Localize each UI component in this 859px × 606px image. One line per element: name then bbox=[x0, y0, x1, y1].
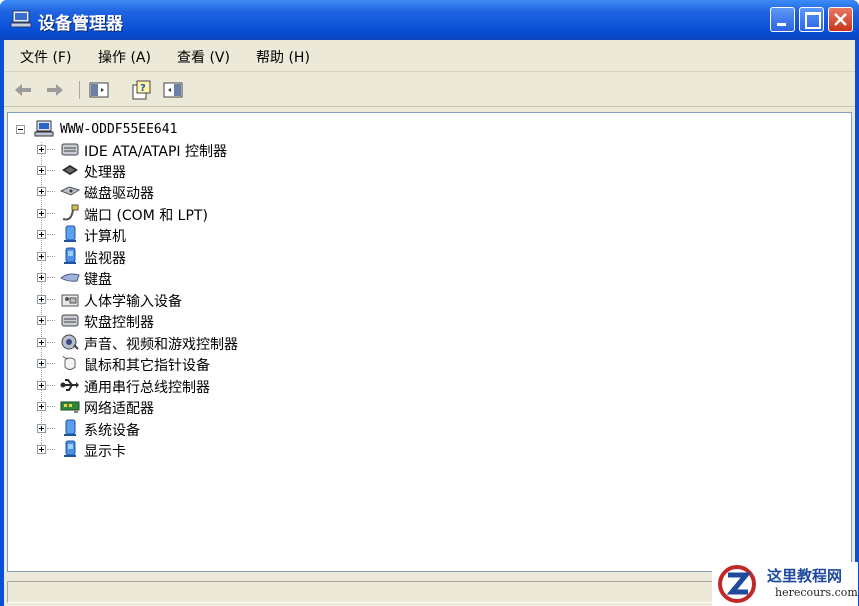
expand-toggle[interactable] bbox=[37, 166, 46, 175]
menu-action[interactable]: 操作 (A) bbox=[98, 47, 151, 67]
tree-item-label: IDE ATA/ATAPI 控制器 bbox=[84, 144, 228, 160]
computer-icon bbox=[34, 120, 54, 137]
expand-toggle[interactable] bbox=[37, 209, 46, 218]
expand-toggle[interactable] bbox=[37, 338, 46, 347]
usb-icon bbox=[60, 379, 79, 391]
expand-toggle[interactable] bbox=[37, 316, 46, 325]
properties-pane-icon[interactable] bbox=[88, 79, 110, 101]
tree-item[interactable]: 人体学输入设备 bbox=[8, 289, 408, 310]
tree-item-label: 人体学输入设备 bbox=[84, 294, 182, 310]
maximize-button[interactable] bbox=[799, 7, 824, 32]
client-area: 文件 (F) 操作 (A) 查看 (V) 帮助 (H) ? WWW-ODDF55… bbox=[4, 40, 855, 606]
watermark: 这里教程网 herecours.com bbox=[712, 562, 858, 606]
tree-item-label: 端口 (COM 和 LPT) bbox=[84, 208, 208, 224]
expand-toggle[interactable] bbox=[37, 252, 46, 261]
collapse-toggle[interactable] bbox=[16, 125, 25, 134]
tree-item[interactable]: 声音、视频和游戏控制器 bbox=[8, 332, 408, 353]
keyboard-icon bbox=[60, 273, 80, 282]
site-logo-icon bbox=[718, 565, 756, 603]
disk-drive-icon bbox=[60, 186, 80, 196]
device-manager-window: 设备管理器 文件 (F) 操作 (A) 查看 (V) 帮助 (H) ? WWW-… bbox=[0, 0, 859, 606]
computer-icon bbox=[10, 10, 32, 28]
expand-toggle[interactable] bbox=[37, 295, 46, 304]
tree-item-label: 通用串行总线控制器 bbox=[84, 380, 210, 396]
watermark-title: 这里教程网 bbox=[767, 567, 843, 585]
tree-item[interactable]: 软盘控制器 bbox=[8, 310, 408, 331]
tree-item-label: 网络适配器 bbox=[84, 401, 154, 417]
tree-item[interactable]: 系统设备 bbox=[8, 418, 408, 439]
tree-item[interactable]: 处理器 bbox=[8, 160, 408, 181]
toolbar: ? bbox=[4, 73, 855, 107]
tree-item-label: 键盘 bbox=[84, 272, 112, 288]
tree-item-label: 处理器 bbox=[84, 165, 126, 181]
window-title: 设备管理器 bbox=[38, 14, 123, 34]
expand-toggle[interactable] bbox=[37, 359, 46, 368]
details-pane-icon[interactable] bbox=[162, 79, 184, 101]
tree-item[interactable]: 磁盘驱动器 bbox=[8, 181, 408, 202]
tree-item-label: 鼠标和其它指针设备 bbox=[84, 358, 210, 374]
sound-icon bbox=[61, 334, 79, 350]
floppy-controller-icon bbox=[61, 314, 79, 327]
expand-toggle[interactable] bbox=[37, 424, 46, 433]
menu-view[interactable]: 查看 (V) bbox=[177, 47, 230, 67]
tree-item-label: 磁盘驱动器 bbox=[84, 186, 154, 202]
computer-monitor-icon bbox=[64, 225, 76, 242]
tree-item-label: 显示卡 bbox=[84, 444, 126, 460]
computer-name: WWW-ODDF55EE641 bbox=[60, 122, 178, 137]
title-bar[interactable]: 设备管理器 bbox=[0, 0, 859, 40]
tree-item[interactable]: 通用串行总线控制器 bbox=[8, 375, 408, 396]
expand-toggle[interactable] bbox=[37, 402, 46, 411]
forward-arrow-icon[interactable] bbox=[44, 79, 66, 101]
tree-item[interactable]: 鼠标和其它指针设备 bbox=[8, 353, 408, 374]
expand-toggle[interactable] bbox=[37, 445, 46, 454]
tree-item-label: 声音、视频和游戏控制器 bbox=[84, 337, 238, 353]
toolbar-separator bbox=[79, 81, 80, 99]
ide-controller-icon bbox=[61, 143, 79, 156]
tree-item-label: 计算机 bbox=[84, 229, 126, 245]
tree-item[interactable]: 显示卡 bbox=[8, 439, 408, 460]
processor-icon bbox=[62, 165, 78, 175]
tree-item-label: 监视器 bbox=[84, 251, 126, 267]
back-arrow-icon[interactable] bbox=[12, 79, 34, 101]
mouse-icon bbox=[62, 355, 76, 370]
minimize-button[interactable] bbox=[770, 7, 795, 32]
expand-toggle[interactable] bbox=[37, 187, 46, 196]
expand-toggle[interactable] bbox=[37, 230, 46, 239]
expand-toggle[interactable] bbox=[37, 273, 46, 282]
tree-item[interactable]: IDE ATA/ATAPI 控制器 bbox=[8, 139, 408, 160]
tree-item[interactable]: 计算机 bbox=[8, 224, 408, 245]
tree-item[interactable]: 监视器 bbox=[8, 246, 408, 267]
expand-toggle[interactable] bbox=[37, 381, 46, 390]
menu-help[interactable]: 帮助 (H) bbox=[256, 47, 310, 67]
tree-item-label: 软盘控制器 bbox=[84, 315, 154, 331]
menu-file[interactable]: 文件 (F) bbox=[20, 47, 71, 67]
tree-item[interactable]: 网络适配器 bbox=[8, 396, 408, 417]
system-device-icon bbox=[64, 419, 76, 436]
tree-item[interactable]: 端口 (COM 和 LPT) bbox=[8, 203, 408, 224]
help-icon[interactable]: ? bbox=[130, 79, 152, 101]
network-adapter-icon bbox=[60, 401, 80, 413]
monitor-icon bbox=[64, 247, 76, 264]
port-icon bbox=[62, 204, 79, 221]
tree-item-label: 系统设备 bbox=[84, 423, 140, 439]
menu-bar: 文件 (F) 操作 (A) 查看 (V) 帮助 (H) bbox=[4, 40, 855, 72]
watermark-url: herecours.com bbox=[775, 586, 858, 599]
tree-item[interactable]: 键盘 bbox=[8, 267, 408, 288]
expand-toggle[interactable] bbox=[37, 145, 46, 154]
svg-text:?: ? bbox=[140, 83, 146, 94]
hid-icon bbox=[61, 294, 79, 307]
display-adapter-icon bbox=[64, 440, 76, 457]
close-icon bbox=[834, 13, 847, 26]
device-tree[interactable]: WWW-ODDF55EE641 IDE ATA/ATAPI 控制器 处理器 磁盘… bbox=[7, 112, 852, 572]
close-button[interactable] bbox=[828, 7, 853, 32]
